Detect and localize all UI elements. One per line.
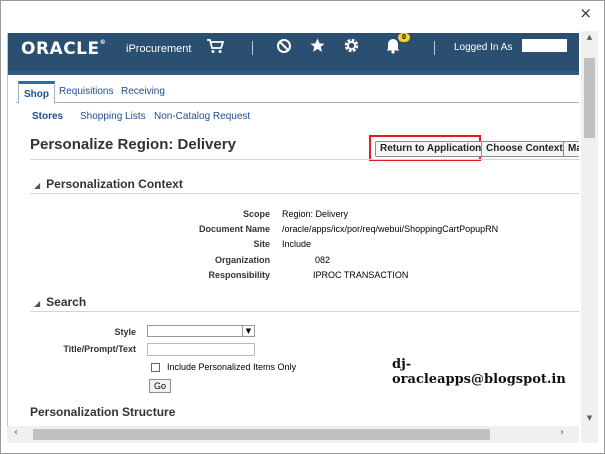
collapse-triangle-icon[interactable]: ◢ [34, 299, 40, 308]
app-name: iProcurement [126, 43, 192, 55]
horizontal-scrollbar[interactable]: ‹ › [7, 426, 579, 443]
oracle-logo[interactable]: ORACLE® [21, 39, 106, 59]
include-personalized-label: Include Personalized Items Only [167, 362, 297, 372]
subnav-non-catalog-request[interactable]: Non-Catalog Request [154, 111, 250, 122]
vertical-scroll-thumb[interactable] [584, 58, 595, 138]
scroll-up-icon[interactable]: ▲ [584, 33, 595, 43]
header-strip [8, 71, 579, 75]
title-prompt-text-input[interactable] [147, 343, 255, 356]
gear-icon[interactable] [343, 37, 360, 57]
vertical-scrollbar[interactable]: ▲ ▼ [581, 31, 598, 426]
organization-label: Organization [214, 255, 270, 265]
search-section-header[interactable]: ◢ Search [34, 295, 86, 309]
header-separator [434, 41, 435, 55]
document-name-value: /oracle/apps/icx/por/req/webui/ShoppingC… [282, 224, 499, 234]
style-label: Style [114, 327, 136, 337]
subnav-shopping-lists[interactable]: Shopping Lists [80, 111, 146, 122]
collapse-triangle-icon[interactable]: ◢ [34, 181, 40, 190]
personalize-dialog: × ORACLE® iProcurement 0 Logged In As Sh… [0, 0, 605, 454]
chevron-down-icon[interactable]: ▼ [242, 326, 254, 336]
username-redacted [522, 39, 567, 52]
horizontal-scroll-thumb[interactable] [33, 429, 490, 440]
subnav-stores[interactable]: Stores [32, 111, 63, 122]
scroll-down-icon[interactable]: ▼ [584, 414, 595, 424]
site-value: Include [282, 239, 312, 249]
header-separator [252, 41, 253, 55]
main-tabs: Shop Requisitions Receiving [16, 81, 579, 104]
tab-requisitions[interactable]: Requisitions [59, 86, 113, 97]
brand-bar: ORACLE® iProcurement 0 Logged In As [8, 33, 579, 71]
choose-context-button[interactable]: Choose Context [481, 141, 568, 157]
document-name-label: Document Name [198, 224, 270, 234]
responsibility-value: IPROC TRANSACTION [313, 270, 409, 280]
responsibility-label: Responsibility [208, 270, 270, 280]
notification-badge: 0 [398, 33, 410, 42]
star-icon[interactable] [309, 37, 326, 57]
page-viewport: ORACLE® iProcurement 0 Logged In As Shop… [7, 33, 579, 427]
watermark-text: dj-oracleapps@blogspot.in [392, 357, 566, 387]
return-to-application-button[interactable]: Return to Application [375, 141, 487, 157]
context-divider [30, 193, 579, 194]
scope-value: Region: Delivery [282, 209, 349, 219]
title-prompt-text-label: Title/Prompt/Text [63, 344, 136, 354]
scroll-right-icon[interactable]: › [560, 427, 564, 438]
cart-icon[interactable] [206, 38, 225, 57]
style-select[interactable]: ▼ [147, 325, 255, 337]
context-section-header[interactable]: ◢ Personalization Context [34, 177, 183, 191]
organization-value: 082 [315, 255, 331, 265]
close-icon[interactable]: × [579, 5, 592, 21]
no-entry-icon[interactable] [276, 38, 292, 57]
go-button[interactable]: Go [149, 379, 172, 393]
page-title: Personalize Region: Delivery [30, 136, 236, 153]
scope-label: Scope [242, 209, 270, 219]
search-divider [30, 311, 579, 312]
site-label: Site [253, 239, 270, 249]
title-divider [30, 159, 579, 160]
scroll-left-icon[interactable]: ‹ [14, 427, 18, 438]
tab-shop[interactable]: Shop [18, 81, 55, 104]
logged-in-label: Logged In As [454, 42, 513, 53]
tab-receiving[interactable]: Receiving [121, 86, 165, 97]
scroll-corner [581, 426, 598, 443]
manage-button[interactable]: Man [563, 141, 579, 157]
personalization-structure-heading: Personalization Structure [30, 405, 176, 419]
include-personalized-checkbox[interactable] [151, 363, 160, 372]
